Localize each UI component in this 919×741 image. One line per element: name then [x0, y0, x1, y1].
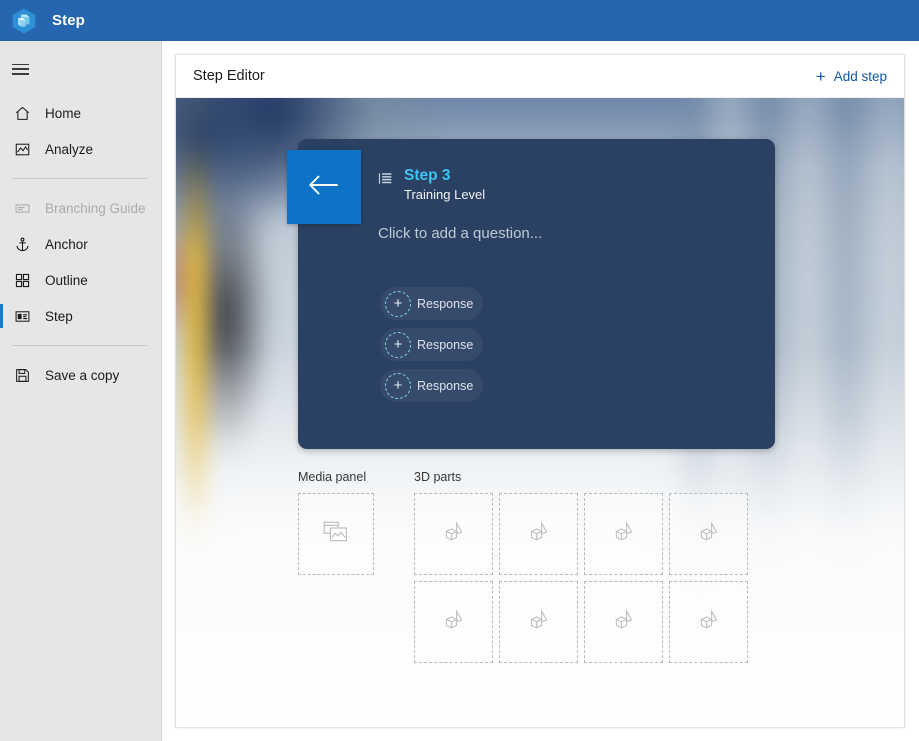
- sidebar-item-outline[interactable]: Outline: [0, 262, 161, 298]
- save-copy-icon: [12, 365, 32, 385]
- part-slot[interactable]: [499, 581, 578, 663]
- stage-inner: Step 3 Training Level Click to add a que…: [176, 98, 904, 727]
- sidebar-item-label: Outline: [45, 272, 88, 288]
- part-slot[interactable]: [414, 493, 493, 575]
- 3d-part-icon: [527, 608, 551, 637]
- response-label: Response: [417, 296, 474, 311]
- media-slot[interactable]: [298, 493, 374, 575]
- sidebar-item-branching-guide: Branching Guide: [0, 190, 161, 226]
- editor-stage: Step 3 Training Level Click to add a que…: [176, 98, 904, 727]
- sidebar-item-label: Save a copy: [45, 367, 120, 383]
- step-number: Step 3: [404, 167, 451, 184]
- sidebar-item-label: Step: [45, 308, 73, 324]
- response-label: Response: [417, 337, 474, 352]
- sidebar-item-anchor[interactable]: Anchor: [0, 226, 161, 262]
- media-panel-label: Media panel: [298, 470, 367, 484]
- sidebar-divider-1: [12, 178, 147, 179]
- step-editor-panel: Step Editor + Add step Step 3 Training L…: [175, 54, 905, 728]
- outline-grid-icon: [12, 270, 32, 290]
- back-button[interactable]: [287, 150, 361, 224]
- sidebar-item-step[interactable]: Step: [0, 298, 161, 334]
- step-subtitle: Training Level: [404, 187, 486, 203]
- add-response-button[interactable]: + Response: [380, 328, 483, 361]
- add-step-button[interactable]: + Add step: [816, 68, 887, 85]
- part-slot[interactable]: [669, 493, 748, 575]
- add-step-label: Add step: [833, 68, 887, 84]
- 3d-part-icon: [697, 608, 721, 637]
- sidebar-item-label: Analyze: [45, 141, 94, 157]
- add-response-button[interactable]: + Response: [380, 369, 483, 402]
- list-lines-icon: [378, 171, 393, 191]
- sidebar-divider-2: [12, 345, 147, 346]
- sidebar-item-label: Home: [45, 105, 82, 121]
- hamburger-menu-icon[interactable]: [0, 51, 161, 87]
- parts-grid: [414, 493, 748, 663]
- response-list: + Response + Response + Response: [380, 287, 483, 402]
- part-slot[interactable]: [414, 581, 493, 663]
- 3d-part-icon: [612, 520, 636, 549]
- parts-panel-label: 3D parts: [414, 470, 462, 484]
- page-title: Step Editor: [193, 68, 265, 84]
- step-card: Step 3 Training Level Click to add a que…: [287, 139, 775, 449]
- add-response-button[interactable]: + Response: [380, 287, 483, 320]
- content-area: Step Editor + Add step Step 3 Training L…: [162, 41, 919, 741]
- step-card-icon: [12, 306, 32, 326]
- part-slot[interactable]: [499, 493, 578, 575]
- step-editor-header: Step Editor + Add step: [176, 55, 904, 98]
- step-heading-group: Step 3 Training Level: [378, 166, 485, 204]
- branching-guide-icon: [12, 198, 32, 218]
- step-heading-text: Step 3 Training Level: [404, 166, 485, 204]
- sidebar-item-home[interactable]: Home: [0, 95, 161, 131]
- question-placeholder[interactable]: Click to add a question...: [378, 225, 542, 242]
- part-slot[interactable]: [669, 581, 748, 663]
- part-slot[interactable]: [584, 581, 663, 663]
- anchor-icon: [12, 234, 32, 254]
- asset-panels: Media panel 3D parts: [298, 470, 748, 663]
- sidebar-item-save-a-copy[interactable]: Save a copy: [0, 357, 161, 393]
- sidebar-item-label: Branching Guide: [45, 200, 146, 216]
- app-window: Step Home Analyze Branching Guide Anchor…: [0, 0, 919, 741]
- arrow-left-icon: [307, 172, 341, 203]
- 3d-part-icon: [612, 608, 636, 637]
- title-bar: Step: [0, 0, 919, 41]
- sidebar-item-analyze[interactable]: Analyze: [0, 131, 161, 167]
- sidebar: Home Analyze Branching Guide Anchor Outl…: [0, 41, 162, 741]
- 3d-part-icon: [442, 520, 466, 549]
- media-panel: Media panel: [298, 470, 374, 663]
- plus-icon: +: [815, 66, 826, 86]
- part-slot[interactable]: [584, 493, 663, 575]
- parts-panel: 3D parts: [414, 470, 748, 663]
- analyze-chart-icon: [12, 139, 32, 159]
- 3d-part-icon: [442, 608, 466, 637]
- plus-icon: +: [385, 290, 411, 317]
- plus-icon: +: [385, 331, 411, 358]
- 3d-part-icon: [527, 520, 551, 549]
- image-stack-icon: [323, 520, 349, 549]
- plus-icon: +: [385, 372, 411, 399]
- sidebar-item-label: Anchor: [45, 236, 88, 252]
- 3d-part-icon: [697, 520, 721, 549]
- body-row: Home Analyze Branching Guide Anchor Outl…: [0, 41, 919, 741]
- home-icon: [12, 103, 32, 123]
- response-label: Response: [417, 378, 474, 393]
- step-logo-icon: [8, 5, 40, 37]
- app-title: Step: [52, 12, 85, 29]
